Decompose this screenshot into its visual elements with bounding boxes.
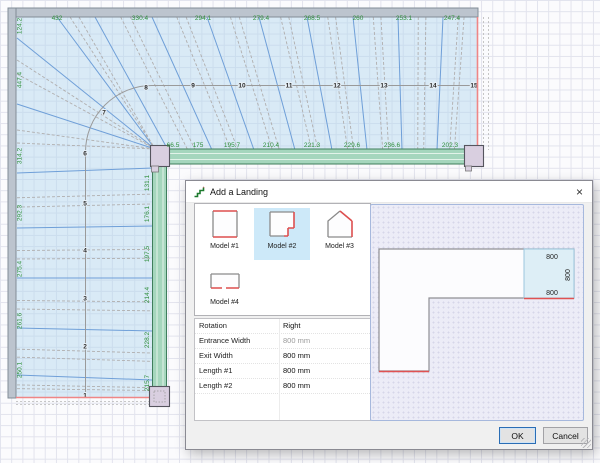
svg-text:13: 13 — [380, 82, 388, 89]
property-value[interactable]: 800 mm — [279, 364, 370, 378]
svg-text:275.4: 275.4 — [17, 260, 24, 277]
resize-grip[interactable] — [581, 438, 591, 448]
svg-text:800: 800 — [565, 269, 572, 281]
svg-text:197.5: 197.5 — [144, 245, 151, 262]
svg-text:202.3: 202.3 — [442, 142, 459, 149]
svg-text:124.2: 124.2 — [17, 17, 24, 34]
property-row: Exit Width 800 mm — [195, 349, 370, 364]
dialog-title: Add a Landing — [210, 186, 269, 197]
svg-text:131.1: 131.1 — [144, 174, 151, 191]
property-value[interactable]: Right — [279, 319, 370, 333]
svg-text:195.7: 195.7 — [224, 142, 241, 149]
table-column-divider — [279, 319, 280, 420]
model-option-4[interactable]: Model #4 — [197, 264, 253, 316]
svg-text:447.4: 447.4 — [17, 71, 24, 88]
handrail-top[interactable] — [166, 148, 466, 165]
corner-post-bracket — [151, 165, 159, 173]
handrail-left[interactable] — [152, 164, 167, 388]
svg-text:268.5: 268.5 — [304, 15, 321, 22]
property-label: Length #1 — [199, 366, 233, 375]
svg-text:260: 260 — [353, 15, 364, 22]
model-option-2[interactable]: Model #2 — [254, 208, 310, 260]
model-1-shape-icon — [211, 210, 238, 238]
svg-text:176.1: 176.1 — [144, 205, 151, 222]
svg-text:2: 2 — [83, 343, 87, 350]
svg-text:7: 7 — [102, 109, 106, 116]
svg-text:175: 175 — [193, 142, 204, 149]
svg-text:221.3: 221.3 — [304, 142, 321, 149]
add-landing-dialog: Add a Landing × Model #1 Model #2 Model #3… — [185, 180, 593, 450]
svg-text:229.6: 229.6 — [344, 142, 361, 149]
model-option-label: Model #1 — [210, 243, 239, 250]
svg-text:330.4: 330.4 — [132, 15, 149, 22]
model-2-shape-icon — [269, 211, 295, 237]
bottom-post[interactable] — [148, 385, 171, 408]
svg-text:5: 5 — [83, 200, 87, 207]
model-option-3[interactable]: Model #3 — [312, 208, 368, 260]
svg-text:11: 11 — [286, 82, 293, 89]
svg-text:10: 10 — [238, 82, 246, 89]
close-icon[interactable]: × — [574, 186, 585, 198]
property-label: Exit Width — [199, 351, 233, 360]
left-wall — [7, 7, 17, 399]
svg-text:253.1: 253.1 — [396, 15, 413, 22]
model-option-label: Model #4 — [210, 299, 239, 306]
right-post-bracket — [465, 165, 472, 172]
svg-text:8: 8 — [144, 84, 148, 91]
property-value[interactable]: 800 mm — [279, 379, 370, 393]
svg-text:236.6: 236.6 — [384, 142, 401, 149]
dialog-titlebar[interactable]: Add a Landing × — [186, 181, 592, 203]
svg-text:6: 6 — [83, 150, 87, 157]
svg-text:261.6: 261.6 — [17, 312, 24, 329]
svg-text:432: 432 — [52, 15, 63, 22]
svg-text:292.3: 292.3 — [17, 204, 24, 221]
property-row: Entrance Width 800 mm — [195, 334, 370, 349]
svg-text:250.1: 250.1 — [17, 361, 24, 378]
properties-table: Rotation Right Entrance Width 800 mm Exit Wi… — [194, 318, 371, 421]
property-row: Length #1 800 mm — [195, 364, 370, 379]
svg-text:228.2: 228.2 — [144, 331, 151, 348]
model-list: Model #1 Model #2 Model #3 Model #4 — [194, 203, 371, 316]
svg-text:214.4: 214.4 — [144, 286, 151, 303]
landing-preview-drawing: 800 800 800 — [378, 248, 575, 373]
right-post[interactable] — [463, 144, 485, 168]
property-label: Entrance Width — [199, 336, 251, 345]
landing-icon — [194, 186, 205, 197]
svg-text:800: 800 — [546, 290, 558, 297]
property-label: Rotation — [199, 321, 227, 330]
svg-text:4: 4 — [83, 247, 87, 254]
model-option-1[interactable]: Model #1 — [197, 208, 253, 260]
landing-preview-pane: 800 800 800 — [370, 204, 584, 421]
ok-button[interactable]: OK — [499, 427, 536, 444]
svg-text:800: 800 — [546, 254, 558, 261]
model-3-shape-icon — [326, 210, 353, 238]
property-value[interactable]: 800 mm — [279, 349, 370, 363]
property-row: Length #2 800 mm — [195, 379, 370, 394]
app-workspace: 1 2 3 4 5 6 7 8 9 10 11 12 13 14 15 432 330.4 294.1 279.4 2… — [0, 0, 600, 463]
property-label: Length #2 — [199, 381, 233, 390]
model-4-shape-icon — [209, 273, 240, 289]
svg-text:3: 3 — [83, 295, 87, 302]
property-row: Rotation Right — [195, 319, 370, 334]
svg-text:9: 9 — [191, 82, 195, 89]
model-option-label: Model #3 — [325, 243, 354, 250]
property-value[interactable]: 800 mm — [279, 334, 370, 348]
model-option-label: Model #2 — [267, 243, 297, 250]
svg-text:215.7: 215.7 — [144, 374, 151, 391]
svg-text:14: 14 — [429, 82, 437, 89]
svg-text:210.4: 210.4 — [263, 142, 280, 149]
svg-text:247.4: 247.4 — [444, 15, 461, 22]
svg-text:314.2: 314.2 — [17, 147, 24, 164]
svg-text:294.1: 294.1 — [195, 15, 212, 22]
svg-text:66.5: 66.5 — [167, 142, 180, 149]
svg-text:12: 12 — [333, 82, 341, 89]
svg-text:279.4: 279.4 — [253, 15, 270, 22]
